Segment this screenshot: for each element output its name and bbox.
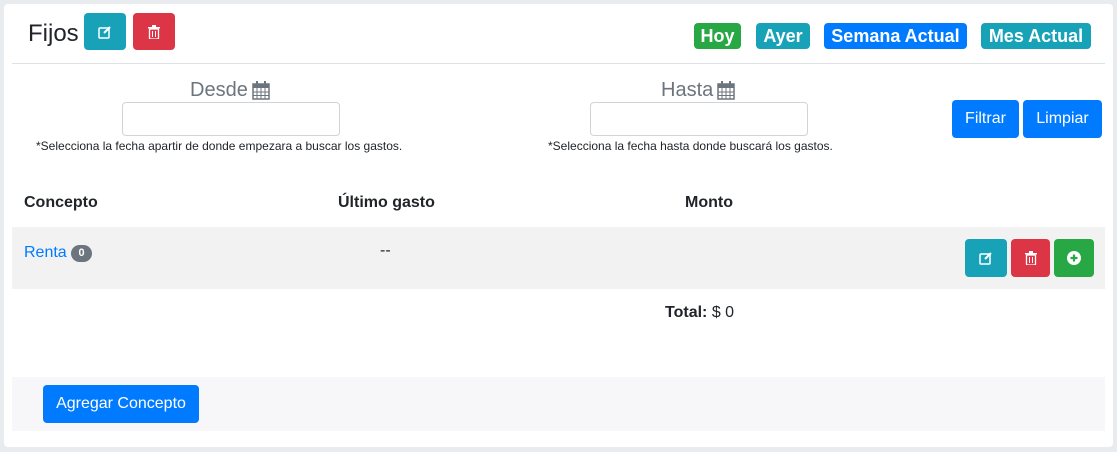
from-hint: *Selecciona la fecha apartir de donde em… bbox=[36, 139, 403, 153]
to-label: Hasta bbox=[661, 79, 735, 102]
concept-link[interactable]: Renta bbox=[24, 244, 67, 262]
filter-button[interactable]: Filtrar bbox=[952, 100, 1019, 138]
to-label-text: Hasta bbox=[661, 79, 714, 101]
page-title: Fijos bbox=[28, 20, 79, 47]
from-date-input[interactable] bbox=[122, 102, 340, 136]
total-value: $ 0 bbox=[711, 304, 735, 321]
count-badge: 0 bbox=[71, 245, 92, 262]
calendar-icon bbox=[717, 81, 735, 100]
from-label-text: Desde bbox=[190, 79, 248, 101]
filter-month-button[interactable]: Mes Actual bbox=[981, 23, 1091, 49]
column-header-concept: Concepto bbox=[24, 194, 98, 211]
edit-concept-button[interactable] bbox=[965, 239, 1007, 277]
last-expense-value: -- bbox=[380, 242, 391, 259]
to-date-input[interactable] bbox=[590, 102, 808, 136]
header-divider bbox=[12, 63, 1105, 64]
filter-yesterday-button[interactable]: Ayer bbox=[756, 23, 810, 49]
total-label: Total: bbox=[665, 304, 708, 321]
delete-concept-button[interactable] bbox=[1011, 239, 1050, 277]
column-header-amount: Monto bbox=[685, 194, 733, 211]
table-row bbox=[12, 227, 1105, 289]
total-line: Total: $ 0 bbox=[665, 304, 734, 322]
clear-button[interactable]: Limpiar bbox=[1023, 100, 1102, 138]
edit-category-button[interactable] bbox=[84, 13, 126, 50]
delete-category-button[interactable] bbox=[133, 13, 175, 50]
edit-icon bbox=[98, 25, 112, 39]
filter-today-button[interactable]: Hoy bbox=[694, 23, 741, 49]
to-hint: *Selecciona la fecha hasta donde buscará… bbox=[548, 139, 833, 153]
edit-icon bbox=[979, 251, 993, 265]
main-card: Fijos Hoy Ayer Semana Actual Mes Actual … bbox=[4, 4, 1113, 447]
calendar-icon bbox=[252, 81, 270, 100]
trash-icon bbox=[148, 24, 160, 39]
add-expense-button[interactable] bbox=[1054, 239, 1094, 277]
add-concept-button[interactable]: Agregar Concepto bbox=[43, 385, 199, 423]
filter-week-button[interactable]: Semana Actual bbox=[824, 23, 967, 49]
plus-circle-icon bbox=[1067, 251, 1081, 265]
from-label: Desde bbox=[190, 79, 270, 102]
column-header-last-expense: Último gasto bbox=[338, 194, 435, 211]
trash-icon bbox=[1024, 251, 1037, 265]
